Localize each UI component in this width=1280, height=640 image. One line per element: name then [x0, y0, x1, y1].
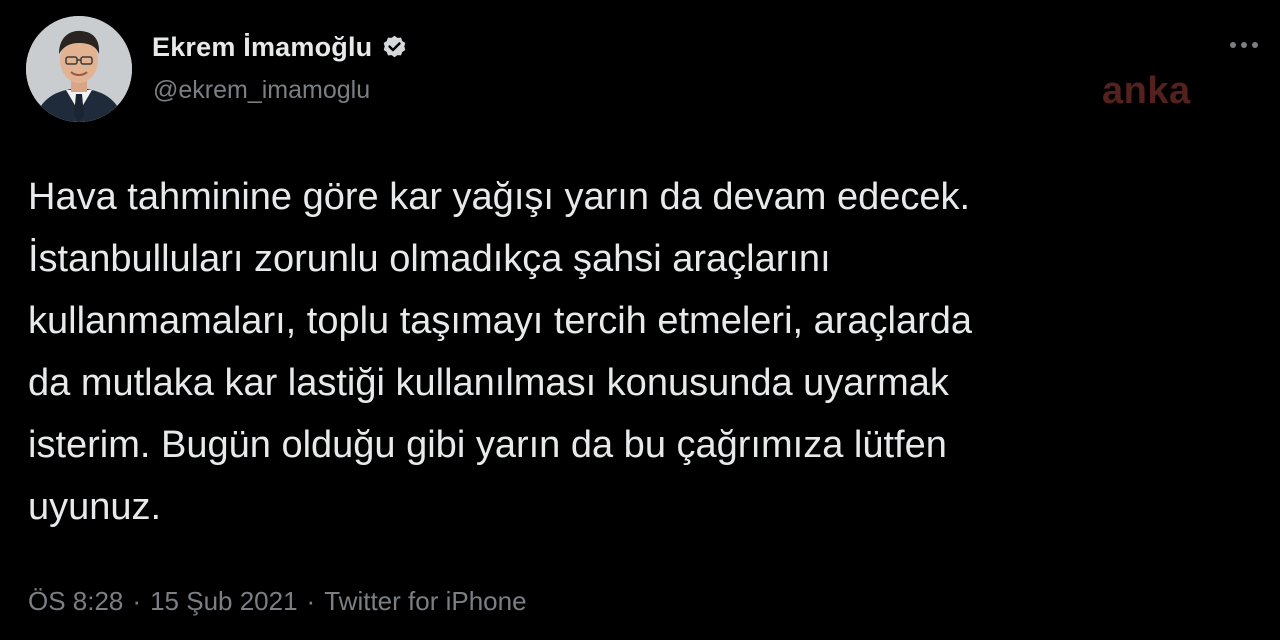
tweet-meta: ÖS 8:28 · 15 Şub 2021 · Twitter for iPho… — [28, 586, 527, 617]
tweet-text: Hava tahminine göre kar yağışı yarın da … — [28, 176, 973, 528]
anka-watermark: anka — [1102, 70, 1191, 112]
meta-separator: · — [132, 586, 142, 616]
tweet-source[interactable]: Twitter for iPhone — [324, 586, 526, 617]
author-name-row[interactable]: Ekrem İmamoğlu — [152, 30, 408, 64]
more-options-icon[interactable] — [1226, 36, 1262, 54]
meta-separator: · — [306, 586, 316, 616]
profile-photo-icon — [26, 16, 132, 122]
display-name[interactable]: Ekrem İmamoğlu — [152, 32, 372, 63]
tweet-date[interactable]: 15 Şub 2021 — [150, 586, 297, 617]
tweet-time[interactable]: ÖS 8:28 — [28, 586, 123, 617]
avatar[interactable] — [26, 16, 132, 122]
verified-badge-icon — [381, 34, 408, 61]
author-handle[interactable]: @ekrem_imamoglu — [153, 76, 370, 105]
